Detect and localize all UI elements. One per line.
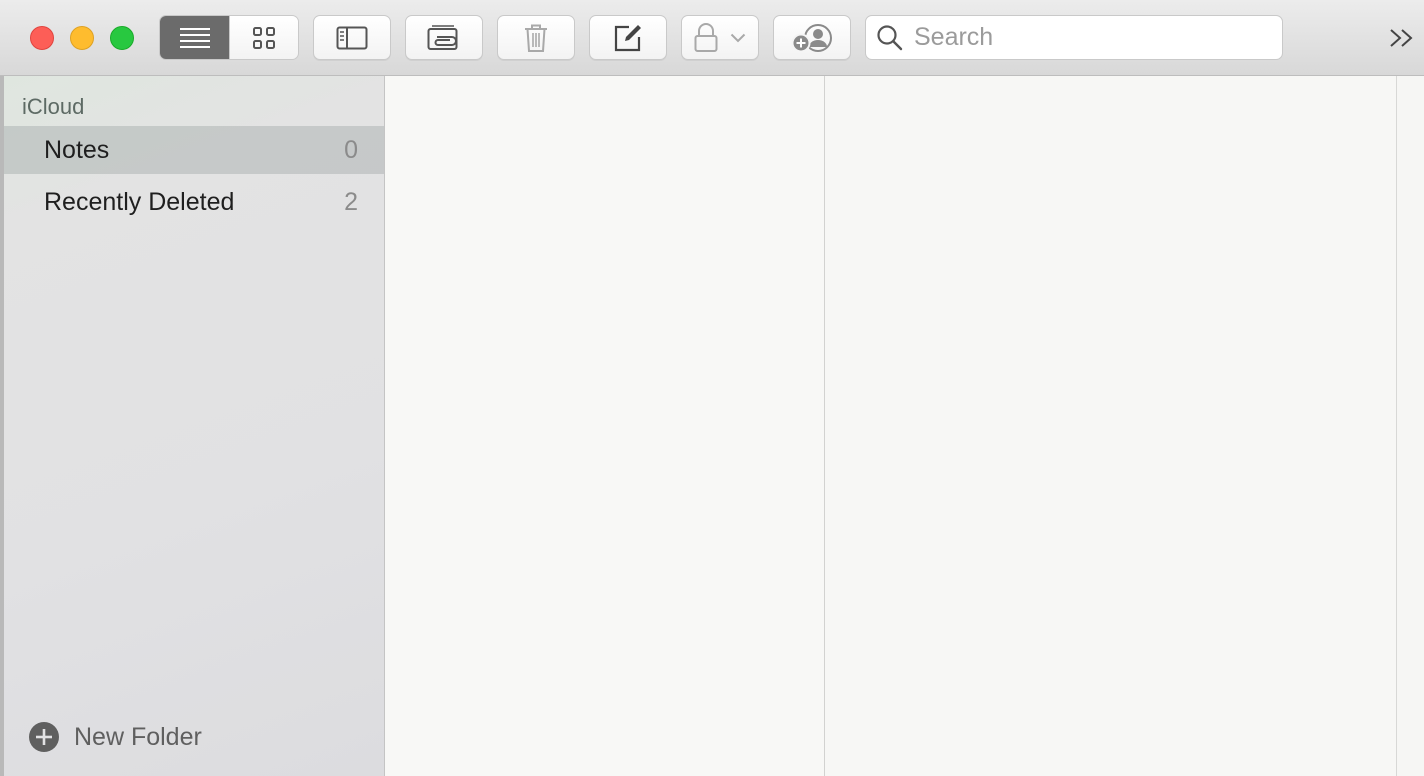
sidebar-item-recently-deleted[interactable]: Recently Deleted 2 xyxy=(4,178,384,226)
grid-icon xyxy=(253,26,275,49)
sidebar-item-notes[interactable]: Notes 0 xyxy=(4,126,384,174)
account-group-title: iCloud xyxy=(22,94,85,119)
folder-count: 0 xyxy=(344,135,358,164)
add-people-button[interactable] xyxy=(773,15,851,60)
minimize-window-button[interactable] xyxy=(70,26,94,50)
folder-name: Notes xyxy=(44,135,110,164)
search-icon xyxy=(877,24,903,50)
folder-count: 2 xyxy=(344,187,358,216)
gallery-view-button[interactable] xyxy=(229,16,298,59)
trash-icon xyxy=(525,24,547,52)
new-folder-label: New Folder xyxy=(74,722,202,751)
add-person-icon xyxy=(791,23,832,52)
attachment-icon xyxy=(427,24,458,50)
notes-window: iCloud Notes 0 Recently Deleted 2 New Fo… xyxy=(0,0,1424,776)
new-folder-button[interactable]: New Folder xyxy=(28,720,202,754)
search-field[interactable] xyxy=(865,15,1283,60)
window-right-edge xyxy=(1397,76,1424,776)
folder-name: Recently Deleted xyxy=(44,187,235,216)
close-window-button[interactable] xyxy=(30,26,54,50)
plus-circle-icon xyxy=(29,722,59,752)
compose-note-button[interactable] xyxy=(589,15,667,60)
chevron-down-icon xyxy=(730,33,746,42)
delete-note-button[interactable] xyxy=(497,15,575,60)
list-view-button[interactable] xyxy=(160,16,229,59)
chevron-double-right-icon xyxy=(1390,29,1413,47)
lock-menu-button[interactable] xyxy=(681,15,759,60)
folders-sidebar: iCloud Notes 0 Recently Deleted 2 New Fo… xyxy=(4,76,385,776)
note-editor-pane[interactable] xyxy=(825,76,1397,776)
attachments-button[interactable] xyxy=(405,15,483,60)
toggle-sidebar-button[interactable] xyxy=(313,15,391,60)
view-mode-segmented-control xyxy=(159,15,299,60)
maximize-window-button[interactable] xyxy=(110,26,134,50)
toolbar xyxy=(0,0,1424,76)
note-list-pane[interactable] xyxy=(385,76,825,776)
list-icon xyxy=(179,27,210,48)
toolbar-overflow-button[interactable] xyxy=(1386,24,1418,52)
sidebar-icon xyxy=(336,26,368,49)
lock-icon xyxy=(694,22,718,52)
search-input[interactable] xyxy=(912,22,1276,53)
compose-icon xyxy=(614,24,641,51)
